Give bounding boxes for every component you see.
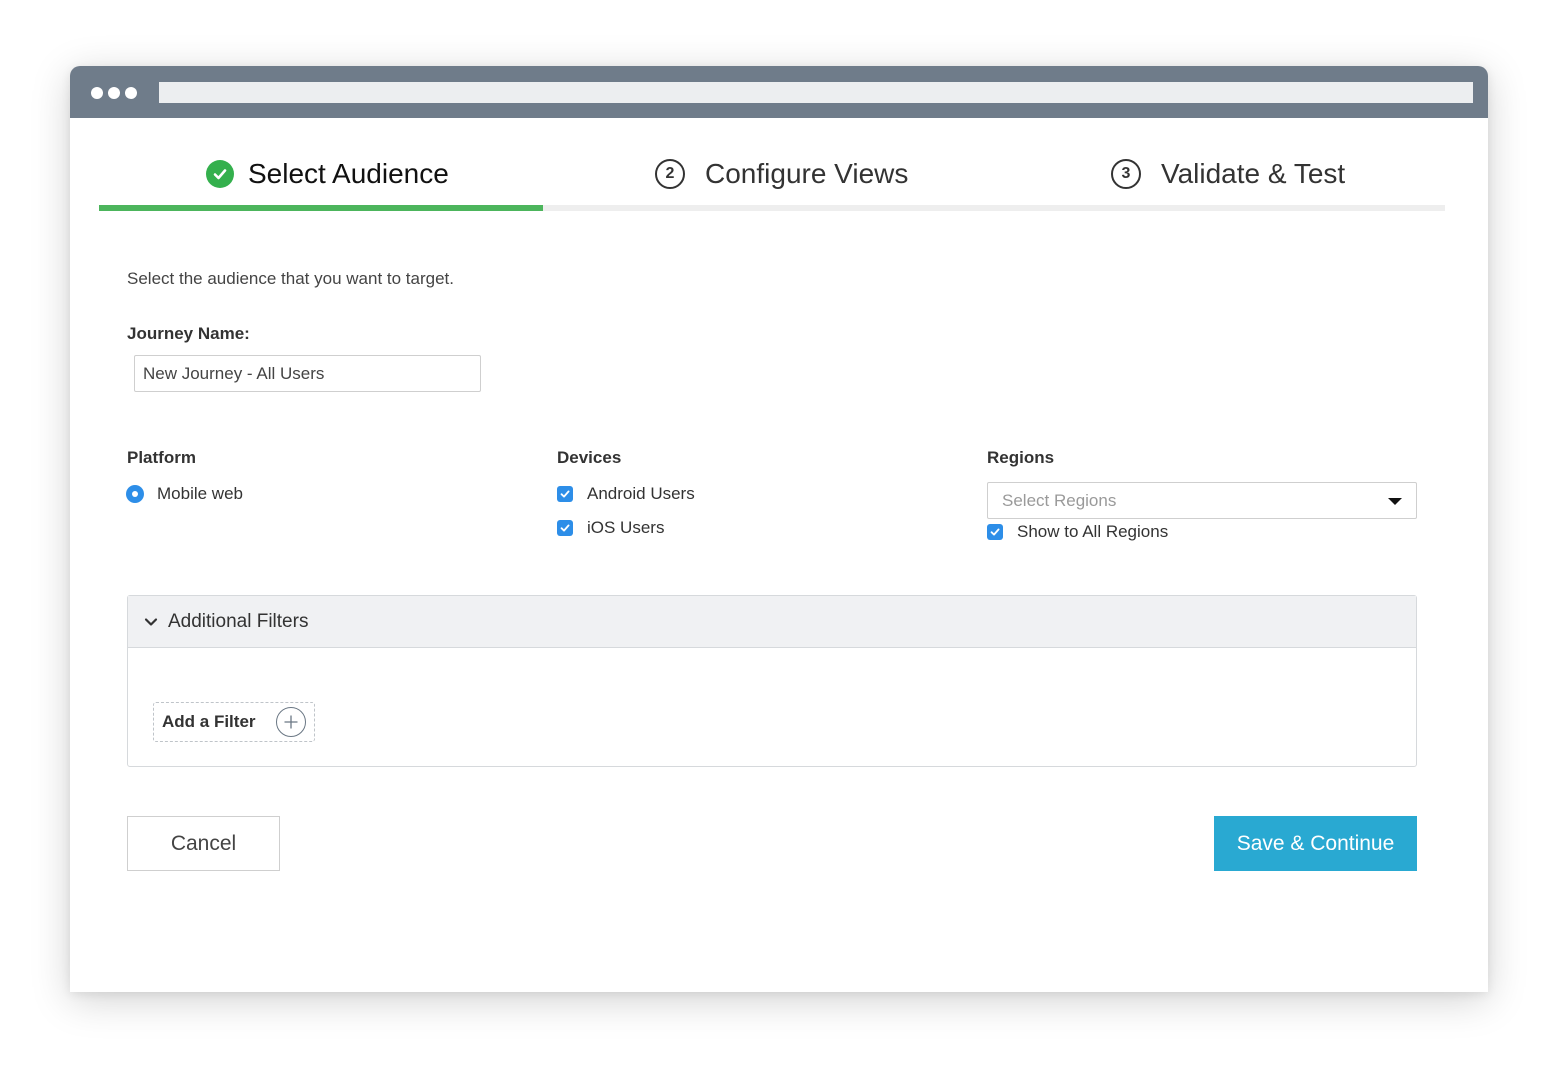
browser-window: Select Audience 2 Configure Views 3 Vali… xyxy=(70,66,1488,992)
step-label: Select Audience xyxy=(248,158,449,189)
step-number-icon: 2 xyxy=(655,159,685,189)
checkbox-checked-icon[interactable] xyxy=(557,520,573,536)
step-number-icon: 3 xyxy=(1111,159,1141,189)
step-configure-views[interactable]: 2 Configure Views xyxy=(655,154,908,194)
regions-select[interactable]: Select Regions xyxy=(987,482,1417,519)
add-filter-label: Add a Filter xyxy=(162,712,256,731)
additional-filters-panel: Additional Filters Add a Filter xyxy=(127,595,1417,767)
window-dot-icon xyxy=(91,87,103,99)
check-circle-icon xyxy=(206,160,234,188)
additional-filters-title: Additional Filters xyxy=(168,610,309,632)
window-dot-icon xyxy=(108,87,120,99)
address-bar[interactable] xyxy=(159,82,1473,103)
checkbox-checked-icon[interactable] xyxy=(557,486,573,502)
checkbox-checked-icon[interactable] xyxy=(987,524,1003,540)
additional-filters-header[interactable]: Additional Filters xyxy=(128,596,1416,648)
intro-text: Select the audience that you want to tar… xyxy=(127,269,454,288)
add-filter-button[interactable]: Add a Filter xyxy=(153,702,315,742)
step-label: Validate & Test xyxy=(1161,158,1346,189)
save-continue-button[interactable]: Save & Continue xyxy=(1214,816,1417,871)
cancel-button[interactable]: Cancel xyxy=(127,816,280,871)
show-all-regions-option[interactable]: Show to All Regions xyxy=(987,522,1168,542)
device-option-android[interactable]: Android Users xyxy=(557,484,695,504)
window-titlebar xyxy=(70,66,1488,118)
device-option-label: Android Users xyxy=(587,484,695,503)
show-all-regions-label: Show to All Regions xyxy=(1017,522,1169,541)
caret-down-icon xyxy=(1388,498,1402,505)
platform-label: Platform xyxy=(127,448,196,467)
platform-option-mobile-web[interactable]: Mobile web xyxy=(126,484,243,504)
window-dot-icon xyxy=(125,87,137,99)
regions-label: Regions xyxy=(987,448,1055,467)
chevron-down-icon xyxy=(144,617,158,627)
radio-selected-icon[interactable] xyxy=(126,485,144,503)
platform-option-label: Mobile web xyxy=(157,484,243,503)
devices-label: Devices xyxy=(557,448,622,467)
step-validate-test[interactable]: 3 Validate & Test xyxy=(1111,154,1345,194)
step-progress-track xyxy=(99,205,1445,211)
journey-name-input[interactable] xyxy=(134,355,481,392)
regions-select-placeholder: Select Regions xyxy=(1002,490,1117,510)
device-option-ios[interactable]: iOS Users xyxy=(557,518,664,538)
journey-name-label: Journey Name: xyxy=(127,324,250,343)
step-progress-fill xyxy=(99,205,544,211)
device-option-label: iOS Users xyxy=(587,518,665,537)
step-select-audience[interactable]: Select Audience xyxy=(206,154,449,194)
plus-circle-icon[interactable] xyxy=(276,707,306,737)
step-label: Configure Views xyxy=(705,158,909,189)
